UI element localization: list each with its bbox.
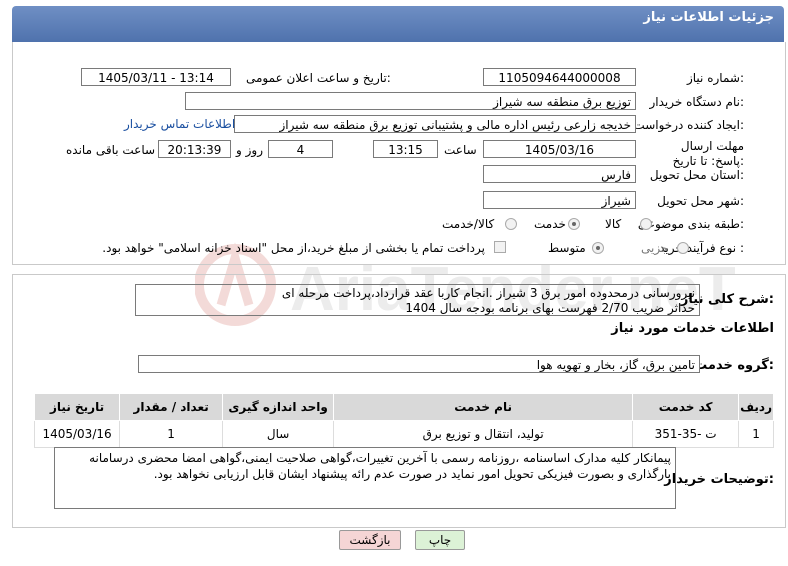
back-button[interactable]: بازگشت xyxy=(339,530,401,550)
need-number-label: شماره نیاز: xyxy=(686,71,744,85)
remaining-time-field: 20:13:39 xyxy=(158,140,231,158)
table-header-row: ردیف کد خدمت نام خدمت واحد اندازه گیری ت… xyxy=(33,393,774,421)
service-group-field: تامین برق، گاز، بخار و تهویه هوا xyxy=(138,355,700,373)
page-title: جزئیات اطلاعات نیاز xyxy=(643,10,774,25)
purchase-option-medium: متوسط xyxy=(548,241,586,255)
buyer-org-field: توزیع برق منطقه سه شیراز xyxy=(185,92,636,110)
deadline-label: مهلت ارسال پاسخ: تا تاریخ: xyxy=(672,139,744,168)
purchase-radio-minor[interactable] xyxy=(677,242,689,254)
cell-qty: 1 xyxy=(119,420,224,448)
col-qty: تعداد / مقدار xyxy=(119,393,224,421)
category-label: طبقه بندی موضوعی: xyxy=(637,217,744,231)
remaining-days-label: روز و xyxy=(236,143,263,157)
service-group-label: گروه خدمت: xyxy=(694,358,774,373)
province-label: استان محل تحویل: xyxy=(649,168,744,182)
buyer-notes-textarea[interactable]: پیمانکار کلیه مدارک اساسنامه ،روزنامه رس… xyxy=(54,447,676,509)
buyer-notes-label: توضیحات خریدار: xyxy=(664,472,774,487)
buyer-notes-line-2: بارگذاری و بصورت فیزیکی تحویل امور نماید… xyxy=(153,467,671,481)
category-radio-goods[interactable] xyxy=(640,218,652,230)
description-textarea[interactable]: نیرورسانی درمحدوده امور برق 3 شیراز .انج… xyxy=(135,284,700,316)
creator-label: ایجاد کننده درخواست: xyxy=(633,118,744,132)
buyer-contact-link[interactable]: اطلاعات تماس خریدار xyxy=(124,117,235,131)
treasury-checkbox[interactable] xyxy=(494,241,506,253)
col-code: کد خدمت xyxy=(632,393,740,421)
print-button[interactable]: چاپ xyxy=(415,530,465,550)
cell-date: 1405/03/16 xyxy=(33,420,121,448)
cell-name: تولید، انتقال و توزیع برق xyxy=(333,420,634,448)
purchase-radio-medium[interactable] xyxy=(592,242,604,254)
services-heading: اطلاعات خدمات مورد نیاز xyxy=(611,321,774,336)
purchase-type-label: نوع فرآیند خرید : xyxy=(659,241,744,255)
need-number-field: 1105094644000008 xyxy=(483,68,636,86)
remaining-days-field: 4 xyxy=(268,140,333,158)
cell-row: 1 xyxy=(738,420,774,448)
deadline-date-field: 1405/03/16 xyxy=(483,140,636,158)
announce-datetime-label: تاریخ و ساعت اعلان عمومی: xyxy=(246,71,391,85)
cell-unit: سال xyxy=(222,420,335,448)
category-radio-service[interactable] xyxy=(568,218,580,230)
col-name: نام خدمت xyxy=(333,393,634,421)
city-label: شهر محل تحویل: xyxy=(657,194,744,208)
buyer-org-label: نام دستگاه خریدار: xyxy=(649,95,745,109)
col-unit: واحد اندازه گیری xyxy=(222,393,335,421)
category-radio-goods-service[interactable] xyxy=(505,218,517,230)
creator-field: خدیجه زارعی رئیس اداره مالی و پشتیبانی ت… xyxy=(234,115,636,133)
category-option-goods: کالا xyxy=(605,217,622,231)
deadline-time-label: ساعت xyxy=(444,143,477,157)
col-date: تاریخ نیاز xyxy=(33,393,121,421)
col-row: ردیف xyxy=(738,393,774,421)
treasury-note: پرداخت تمام یا بخشی از مبلغ خرید،از محل … xyxy=(102,241,485,255)
remaining-time-label: ساعت باقی مانده xyxy=(66,143,156,157)
cell-code: ت -35-351 xyxy=(632,420,740,448)
category-option-service: خدمت xyxy=(534,217,566,231)
city-field: شیراز xyxy=(483,191,636,209)
services-table: ردیف کد خدمت نام خدمت واحد اندازه گیری ت… xyxy=(33,393,774,448)
buyer-notes-line-1: پیمانکار کلیه مدارک اساسنامه ،روزنامه رس… xyxy=(89,451,671,465)
deadline-time-field: 13:15 xyxy=(373,140,438,158)
table-row: 1 ت -35-351 تولید، انتقال و توزیع برق سا… xyxy=(33,420,774,448)
description-line-2: حداثر ضریب 2/70 فهرست بهای برنامه بودجه … xyxy=(405,301,695,315)
purchase-option-minor: جزیی xyxy=(641,241,669,255)
description-line-1: نیرورسانی درمحدوده امور برق 3 شیراز .انج… xyxy=(281,286,695,300)
province-field: فارس xyxy=(483,165,636,183)
announce-datetime-field: 1405/03/11 - 13:14 xyxy=(81,68,231,86)
category-option-goods-service: کالا/خدمت xyxy=(442,217,495,231)
